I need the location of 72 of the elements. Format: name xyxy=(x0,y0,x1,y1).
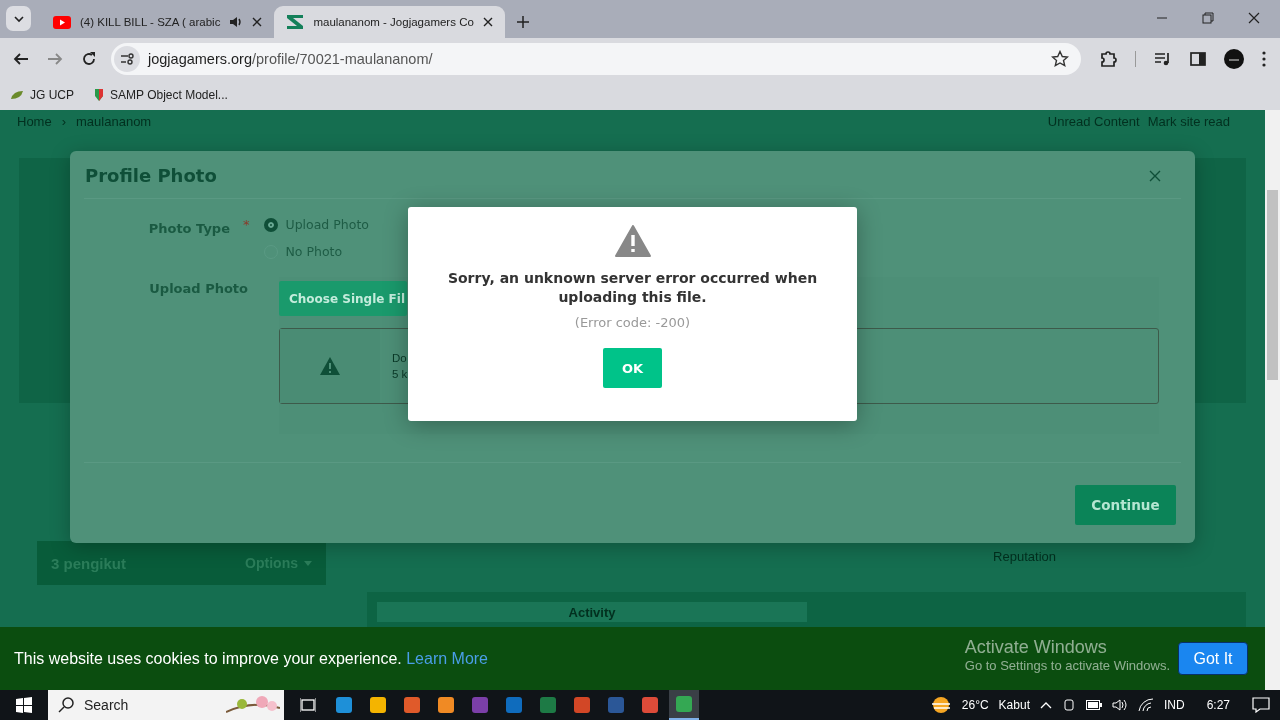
forward-icon[interactable] xyxy=(47,51,63,67)
battery-icon[interactable] xyxy=(1085,700,1102,710)
close-icon[interactable] xyxy=(1248,12,1260,24)
browser-tab[interactable]: maulananom - Jogjagamers Co xyxy=(274,6,505,38)
volume-icon[interactable] xyxy=(1111,698,1128,712)
restore-icon[interactable] xyxy=(1202,12,1214,24)
site-logo-icon xyxy=(286,14,305,30)
field-label: Photo Type xyxy=(147,220,230,236)
address-bar[interactable]: jogjagamers.org/profile/70021-maulananom/ xyxy=(111,43,1081,75)
bookmark[interactable]: JG UCP xyxy=(10,88,74,102)
wifi-icon[interactable] xyxy=(1137,698,1154,712)
tab-search-button[interactable] xyxy=(6,6,31,31)
search-icon xyxy=(58,697,74,713)
close-icon[interactable] xyxy=(252,17,263,27)
scrollbar[interactable] xyxy=(1265,110,1280,690)
menu-icon[interactable] xyxy=(1262,51,1266,67)
taskbar-app[interactable] xyxy=(669,690,699,720)
error-code: (Error code: -200) xyxy=(574,315,691,330)
activity-tab[interactable]: Activity xyxy=(377,602,807,622)
bookmark[interactable]: SAMP Object Model... xyxy=(94,88,228,102)
breadcrumb-separator: › xyxy=(61,114,67,131)
close-icon[interactable] xyxy=(482,17,493,27)
browser-tab[interactable]: (4) KILL BILL - SZA ( arabic xyxy=(41,6,275,38)
ok-button[interactable]: OK xyxy=(603,348,662,388)
required-mark: * xyxy=(243,217,250,232)
notification-icon[interactable] xyxy=(1252,697,1270,713)
play-logo-icon xyxy=(53,15,71,29)
site-settings-icon[interactable] xyxy=(114,46,140,72)
language-indicator[interactable]: IND xyxy=(1163,698,1185,712)
choose-file-button[interactable]: Choose Single Fil xyxy=(279,281,407,316)
url-text: jogjagamers.org/profile/70021-maulananom/ xyxy=(148,51,433,67)
stat-label: Reputation xyxy=(993,549,1056,564)
weather-icon[interactable] xyxy=(929,696,952,714)
tab-title: maulananom - Jogjagamers Co xyxy=(313,16,474,28)
new-tab-icon[interactable] xyxy=(516,16,529,28)
activation-title: Activate Windows xyxy=(964,636,1108,658)
task-view-icon[interactable] xyxy=(300,697,316,713)
warning-icon xyxy=(319,356,341,376)
temperature: 26°C xyxy=(961,698,989,712)
tab-title: (4) KILL BILL - SZA ( arabic xyxy=(80,16,221,28)
reload-icon[interactable] xyxy=(81,51,97,67)
learn-more-link[interactable]: Learn More xyxy=(406,649,488,667)
taskbar-search[interactable]: Search xyxy=(48,690,284,720)
dialog-title: Profile Photo xyxy=(85,165,217,186)
error-message: Sorry, an unknown server error occurred when uploading this file. xyxy=(446,269,819,307)
clock[interactable]: 6:27 xyxy=(1206,698,1230,712)
file-name: Do xyxy=(392,352,408,364)
meet-icon[interactable] xyxy=(1061,698,1076,712)
breadcrumb-link[interactable]: maulananom xyxy=(76,114,152,132)
chevron-icon[interactable] xyxy=(1039,701,1052,709)
puzzle-icon[interactable] xyxy=(1099,50,1117,68)
back-icon[interactable] xyxy=(13,51,29,67)
breadcrumb-link[interactable]: Home xyxy=(17,114,52,132)
file-size: 5 k xyxy=(392,368,408,380)
cookie-message: This website uses cookies to improve your experience. Learn More xyxy=(14,649,489,668)
mark-read-link[interactable]: Mark site read xyxy=(1147,114,1230,132)
leaf-icon xyxy=(10,89,24,101)
got-it-button[interactable]: Got It xyxy=(1178,642,1248,675)
radio-button[interactable] xyxy=(263,217,278,232)
weather-condition: Kabut xyxy=(998,698,1030,712)
activation-hint: Go to Settings to activate Windows. xyxy=(964,657,1170,673)
star-icon[interactable] xyxy=(1051,50,1069,68)
field-label: Upload Photo xyxy=(148,280,248,296)
media-icon[interactable] xyxy=(1154,51,1172,67)
chevron-icon xyxy=(12,14,25,23)
side-panel-icon[interactable] xyxy=(1190,51,1206,67)
shield-icon xyxy=(94,88,104,102)
avatar-icon[interactable] xyxy=(1224,49,1244,69)
start-icon[interactable] xyxy=(16,697,32,713)
warning-icon xyxy=(614,225,651,257)
unread-content-link[interactable]: Unread Content xyxy=(1047,114,1140,132)
continue-button[interactable]: Continue xyxy=(1075,485,1176,525)
